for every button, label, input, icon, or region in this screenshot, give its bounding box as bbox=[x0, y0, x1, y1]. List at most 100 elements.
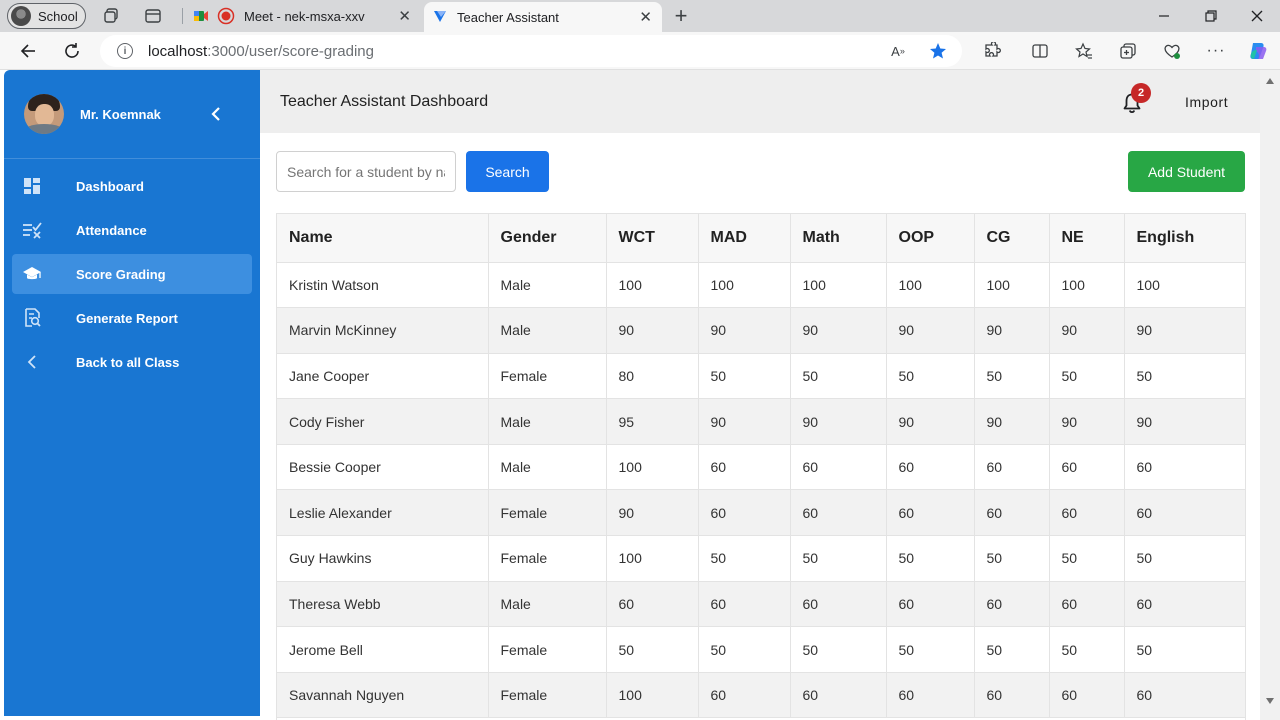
add-student-button[interactable]: Add Student bbox=[1128, 151, 1245, 192]
scroll-up-icon[interactable] bbox=[1266, 78, 1274, 84]
table-row[interactable]: Savannah Nguyen Female 100 60 60 60 60 60 60 bbox=[277, 672, 1245, 719]
favorite-star-icon[interactable] bbox=[928, 41, 948, 61]
table-cell: Leslie Alexander bbox=[277, 489, 489, 537]
restore-icon[interactable] bbox=[1199, 4, 1223, 28]
collapse-sidebar-icon[interactable] bbox=[208, 104, 224, 124]
table-cell: Bessie Cooper bbox=[277, 444, 489, 491]
page-scrollbar[interactable] bbox=[1260, 70, 1280, 720]
collections-icon[interactable] bbox=[1118, 41, 1138, 61]
column-header[interactable]: NE bbox=[1049, 214, 1125, 263]
table-cell: 50 bbox=[886, 535, 975, 582]
browser-toolbar: i localhost:3000/user/score-grading A» ·… bbox=[0, 32, 1280, 70]
column-header[interactable]: Gender bbox=[488, 214, 607, 263]
column-header[interactable]: OOP bbox=[886, 214, 975, 263]
main-header: Teacher Assistant Dashboard 2 Import bbox=[260, 70, 1260, 133]
workspaces-icon[interactable] bbox=[101, 6, 121, 26]
url-path: :3000/user/score-grading bbox=[207, 42, 374, 60]
table-cell: 60 bbox=[1049, 444, 1125, 491]
table-cell: 60 bbox=[1124, 581, 1245, 628]
sidebar-item-generate-report[interactable]: Generate Report bbox=[12, 298, 252, 338]
table-cell: 50 bbox=[606, 626, 699, 673]
table-row[interactable]: Theresa Webb Male 60 60 60 60 60 60 60 bbox=[277, 581, 1245, 628]
table-cell: 100 bbox=[606, 535, 699, 582]
scroll-down-icon[interactable] bbox=[1266, 698, 1274, 704]
table-cell: 50 bbox=[790, 535, 887, 582]
tab-close-icon[interactable]: ✕ bbox=[639, 8, 652, 26]
table-cell: 60 bbox=[698, 444, 791, 491]
sidebar-item-dashboard[interactable]: Dashboard bbox=[12, 166, 252, 206]
table-cell: 90 bbox=[790, 307, 887, 354]
site-info-icon[interactable]: i bbox=[117, 43, 133, 59]
search-input[interactable] bbox=[276, 151, 456, 192]
column-header[interactable]: Math bbox=[790, 214, 887, 263]
table-cell: 90 bbox=[1049, 398, 1125, 445]
more-menu-icon[interactable]: ··· bbox=[1206, 41, 1226, 61]
tab-actions-icon[interactable] bbox=[143, 6, 163, 26]
column-header[interactable]: English bbox=[1124, 214, 1245, 263]
table-cell: 50 bbox=[1124, 535, 1245, 582]
extensions-icon[interactable] bbox=[982, 41, 1002, 61]
table-cell: Marvin McKinney bbox=[277, 307, 489, 354]
sidebar-item-label: Back to all Class bbox=[76, 354, 180, 370]
table-cell: Kristin Watson bbox=[277, 262, 489, 309]
table-cell: 50 bbox=[790, 353, 887, 400]
browser-essentials-icon[interactable] bbox=[1162, 41, 1182, 61]
tab-teacher-assistant[interactable]: Teacher Assistant ✕ bbox=[424, 2, 662, 32]
back-arrow-icon[interactable] bbox=[16, 39, 40, 63]
close-window-icon[interactable] bbox=[1245, 4, 1269, 28]
avatar[interactable] bbox=[24, 94, 64, 134]
table-row[interactable]: Bessie Cooper Male 100 60 60 60 60 60 60 bbox=[277, 444, 1245, 491]
sidebar: Mr. Koemnak Dashboard Attendance Score G… bbox=[4, 70, 260, 716]
read-aloud-icon[interactable]: A» bbox=[888, 41, 908, 61]
table-cell: Female bbox=[488, 672, 607, 719]
table-row[interactable]: Jane Cooper Female 80 50 50 50 50 50 50 bbox=[277, 353, 1245, 400]
table-cell: 60 bbox=[790, 581, 887, 628]
table-cell: Male bbox=[488, 398, 607, 445]
sidebar-item-back-to-all-class[interactable]: Back to all Class bbox=[12, 342, 252, 382]
new-tab-icon[interactable]: + bbox=[671, 3, 691, 28]
column-header[interactable]: Name bbox=[277, 214, 489, 263]
sidebar-item-attendance[interactable]: Attendance bbox=[12, 210, 252, 250]
table-cell: Female bbox=[488, 353, 607, 400]
table-cell: Male bbox=[488, 262, 607, 309]
browser-tab-strip: School Meet - nek-msxa-xxv ✕ Teacher Ass… bbox=[0, 0, 1280, 32]
table-cell: 50 bbox=[1124, 353, 1245, 400]
table-cell: 50 bbox=[886, 626, 975, 673]
table-row[interactable]: Kristin Watson Male 100 100 100 100 100 100 100 bbox=[277, 262, 1245, 309]
column-header[interactable]: CG bbox=[974, 214, 1050, 263]
table-cell: Female bbox=[488, 489, 607, 537]
table-cell: 90 bbox=[698, 307, 791, 354]
table-cell: Guy Hawkins bbox=[277, 535, 489, 582]
recording-icon bbox=[217, 7, 235, 28]
tab-close-icon[interactable]: ✕ bbox=[398, 7, 411, 25]
column-header[interactable]: MAD bbox=[698, 214, 791, 263]
table-row[interactable]: Jerome Bell Female 50 50 50 50 50 50 50 bbox=[277, 626, 1245, 673]
app-favicon-icon bbox=[433, 9, 447, 26]
copilot-icon[interactable] bbox=[1246, 39, 1270, 63]
table-cell: 80 bbox=[606, 353, 699, 400]
table-row[interactable]: Leslie Alexander Female 90 60 60 60 60 60 60 bbox=[277, 489, 1245, 537]
table-cell: Theresa Webb bbox=[277, 581, 489, 628]
table-cell: 100 bbox=[886, 262, 975, 309]
table-row[interactable]: Cody Fisher Male 95 90 90 90 90 90 90 bbox=[277, 398, 1245, 445]
search-button[interactable]: Search bbox=[466, 151, 549, 192]
column-header[interactable]: WCT bbox=[606, 214, 699, 263]
table-cell: 60 bbox=[606, 581, 699, 628]
split-screen-icon[interactable] bbox=[1030, 41, 1050, 61]
refresh-icon[interactable] bbox=[60, 39, 84, 63]
sidebar-profile: Mr. Koemnak bbox=[4, 70, 260, 159]
profile-button[interactable]: School bbox=[7, 3, 86, 29]
import-button[interactable]: Import bbox=[1185, 94, 1228, 110]
table-row[interactable]: Guy Hawkins Female 100 50 50 50 50 50 50 bbox=[277, 535, 1245, 582]
tab-meet[interactable]: Meet - nek-msxa-xxv ✕ bbox=[183, 0, 421, 32]
sidebar-item-score-grading[interactable]: Score Grading bbox=[12, 254, 252, 294]
table-cell: 50 bbox=[1049, 353, 1125, 400]
favorites-icon[interactable] bbox=[1074, 41, 1094, 61]
table-cell: 50 bbox=[698, 535, 791, 582]
minimize-icon[interactable] bbox=[1152, 4, 1176, 28]
score-table: Name Gender WCT MAD Math OOP CG NE English Krist… bbox=[276, 213, 1246, 720]
table-row[interactable]: Marvin McKinney Male 90 90 90 90 90 90 90 bbox=[277, 307, 1245, 354]
page-title: Teacher Assistant Dashboard bbox=[280, 93, 489, 110]
address-bar[interactable]: i localhost:3000/user/score-grading bbox=[100, 35, 962, 67]
tab-title: Teacher Assistant bbox=[457, 9, 559, 25]
